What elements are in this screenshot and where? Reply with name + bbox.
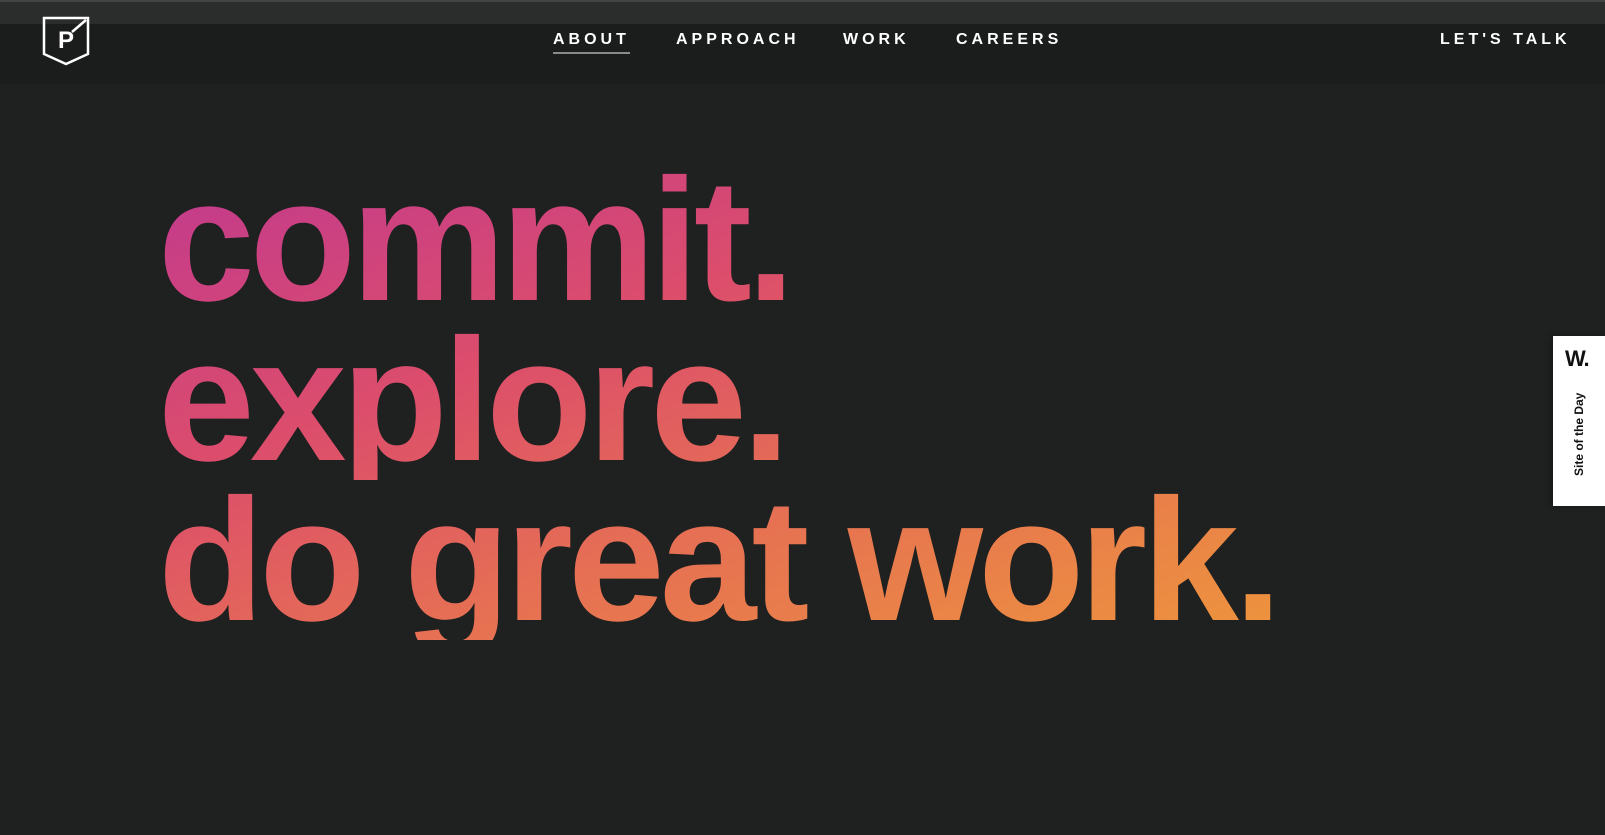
site-of-the-day-label: Site of the Day bbox=[1572, 392, 1586, 476]
site-of-the-day-badge[interactable]: W. Site of the Day bbox=[1553, 336, 1605, 506]
browser-top-strip bbox=[0, 0, 1605, 24]
nav-link-careers[interactable]: CAREERS bbox=[956, 30, 1062, 50]
hero-headline: commit. explore. do great work. bbox=[158, 153, 1358, 647]
nav-link-work[interactable]: WORK bbox=[843, 30, 910, 50]
nav-link-approach[interactable]: APPROACH bbox=[676, 30, 800, 50]
hero-line-commit: commit. bbox=[158, 153, 1358, 327]
site-header: P ABOUT APPROACH WORK CAREERS LET'S TALK bbox=[0, 16, 1605, 84]
hero-line-do-great-work: do great work. bbox=[158, 473, 1358, 647]
nav-link-about[interactable]: ABOUT bbox=[553, 30, 630, 54]
hero-line-explore: explore. bbox=[158, 313, 1358, 487]
lets-talk-link[interactable]: LET'S TALK bbox=[1440, 30, 1571, 50]
main-navigation: ABOUT APPROACH WORK CAREERS LET'S TALK bbox=[0, 30, 1605, 54]
